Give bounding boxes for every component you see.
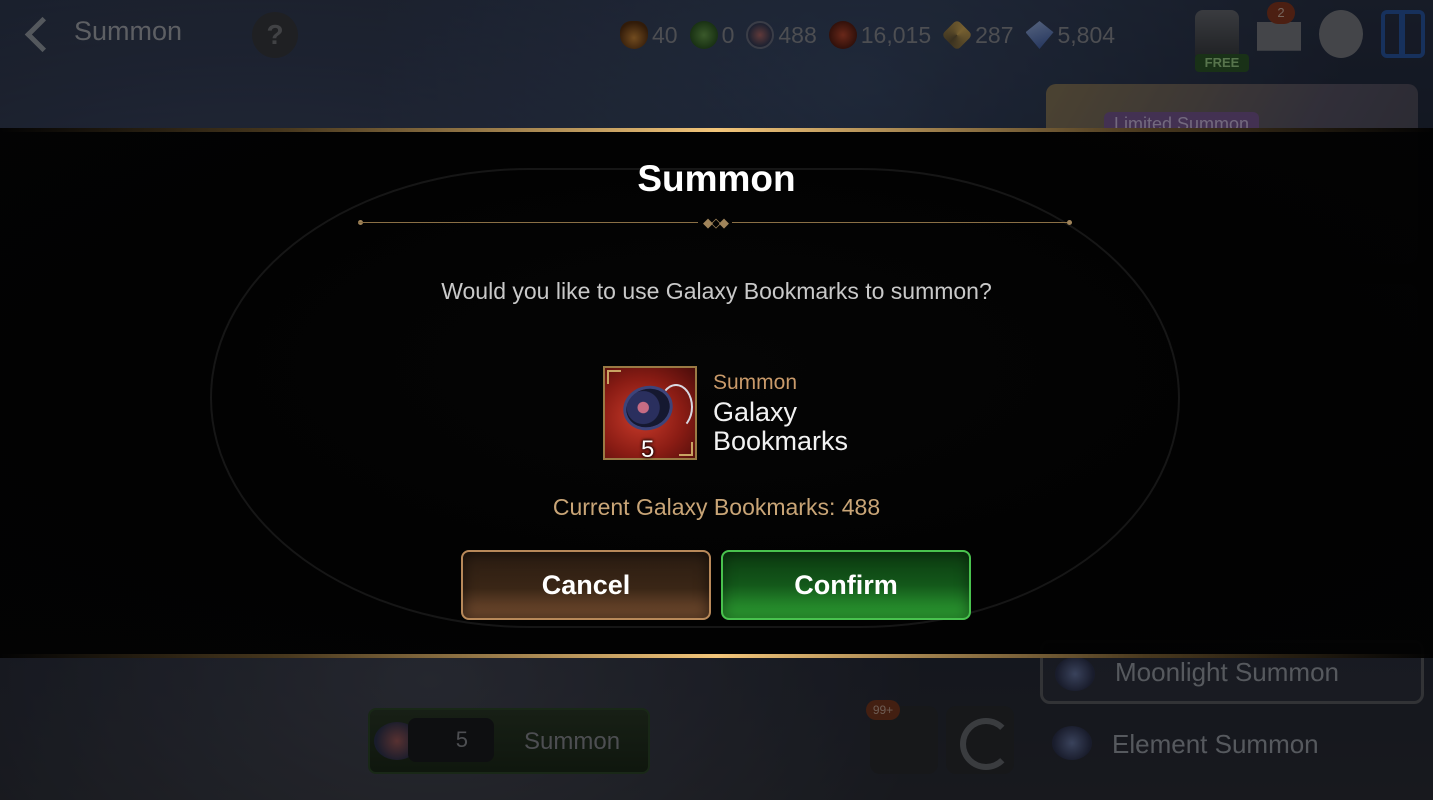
confirm-button[interactable]: Confirm — [721, 550, 971, 620]
item-category: Summon — [713, 371, 798, 394]
galaxy-bookmark-item-icon: 5 — [603, 366, 697, 463]
frame-corner — [607, 370, 621, 384]
divider-ornament-icon: ◆◇◆ — [703, 215, 729, 230]
current-bookmarks-text: Current Galaxy Bookmarks: 488 — [552, 494, 881, 520]
item-name: Galaxy Bookmarks — [713, 397, 849, 456]
divider-line — [358, 222, 698, 223]
bookmark-string-icon — [659, 384, 693, 430]
summon-confirm-dialog: Summon ◆◇◆ Would you like to use Galaxy … — [0, 128, 1433, 658]
dialog-title: Summon — [637, 158, 796, 199]
divider-dot — [1067, 220, 1072, 225]
divider-line — [732, 222, 1072, 223]
dialog-question: Would you like to use Galaxy Bookmarks t… — [441, 278, 992, 304]
title-divider: ◆◇◆ — [358, 216, 1072, 230]
frame-corner — [679, 442, 693, 456]
item-quantity: 5 — [641, 436, 655, 463]
cancel-button[interactable]: Cancel — [461, 550, 711, 620]
